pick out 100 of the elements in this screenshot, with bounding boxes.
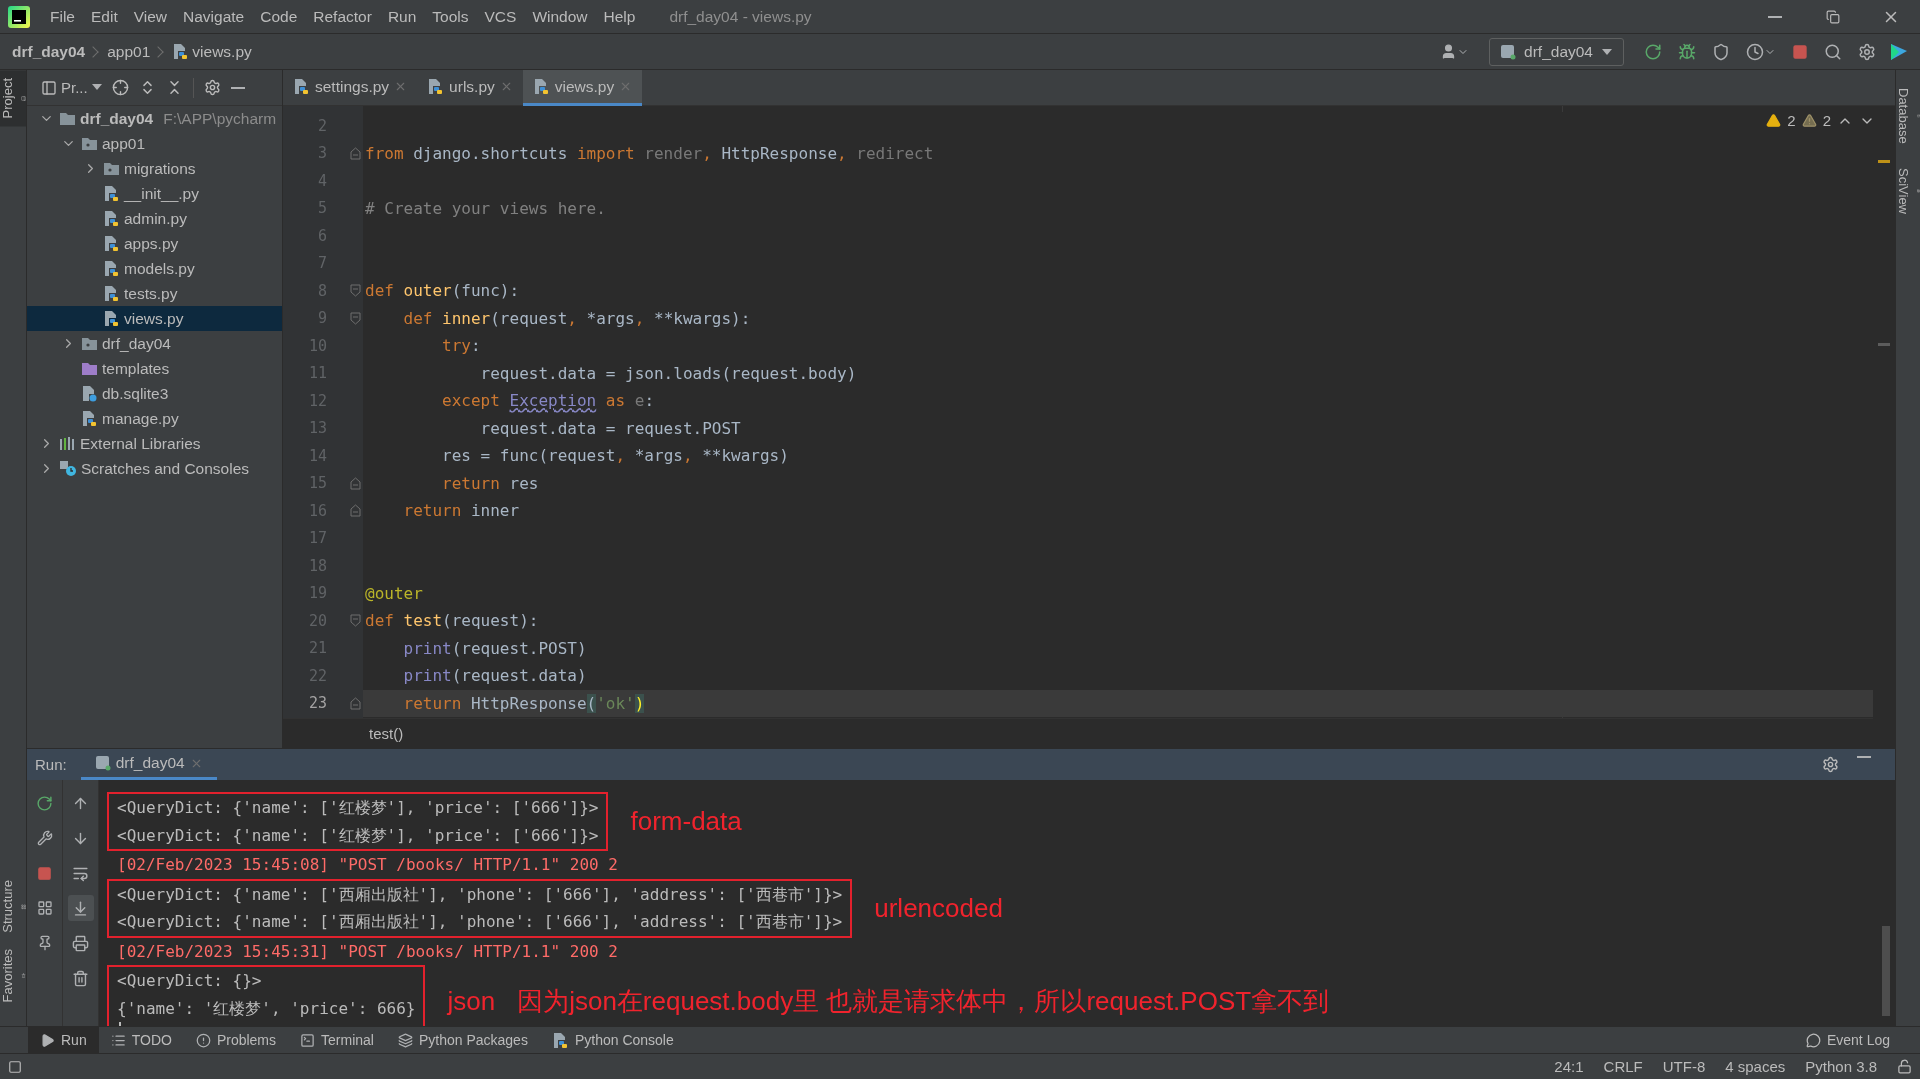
tree-item[interactable]: views.py [27,306,282,331]
hide-icon[interactable] [230,86,245,89]
stop-icon [37,865,52,881]
console-log-line: [02/Feb/2023 15:45:31] "POST /books/ HTTP/1.1" 200 2 [116,940,619,963]
scroll-end-icon [72,899,89,917]
tool-window-button[interactable]: TODO [98,1026,184,1054]
fold-marker-icon[interactable] [350,696,361,710]
tool-window-button[interactable]: Run [28,1026,99,1054]
status-item[interactable]: 24:1 [1554,1058,1584,1075]
warning-marker[interactable] [1878,160,1890,163]
run-configuration-dropdown[interactable]: drf_day04 [1489,37,1624,66]
layout-icon[interactable] [8,1059,22,1074]
breadcrumb[interactable]: app01 [107,42,151,61]
fold-marker-icon[interactable] [350,146,361,160]
tree-item[interactable]: migrations [27,156,282,181]
list-icon [110,1032,126,1048]
locate-icon[interactable] [111,79,129,96]
tree-item[interactable]: models.py [27,256,282,281]
menu-item[interactable]: Window [524,7,596,26]
menu-item[interactable]: Edit [83,7,126,26]
project-path: F:\APP\pycharm [163,109,277,128]
speech-bubble-icon [1805,1032,1821,1048]
python-file-icon [103,285,120,302]
console-line: <QueryDict: {'name': ['红楼梦'], 'price': ['666']}> [117,824,599,847]
tree-item[interactable]: db.sqlite3 [27,381,282,406]
alert-icon [195,1032,211,1048]
play-icon [40,1032,55,1048]
editor-tab[interactable]: settings.py [283,70,418,106]
tree-item[interactable]: templates [27,356,282,381]
tool-window-button[interactable]: Terminal [288,1026,386,1054]
status-item[interactable]: Python 3.8 [1805,1058,1877,1075]
menu-item[interactable]: Help [595,7,644,26]
annotation-text: 因为json在request.body里 也就是请求体中，所以request.POST拿不到 [517,985,1330,1018]
breadcrumb[interactable]: drf_day04 [12,42,86,61]
tree-item[interactable]: apps.py [27,231,282,256]
menu-item[interactable]: Run [379,7,425,26]
annotation-text: urlencoded [874,892,1003,924]
menu-item[interactable]: Code [252,7,306,26]
python-file-icon [103,185,120,202]
wrench-icon [36,830,53,846]
scrollbar-thumb[interactable] [1882,926,1890,1016]
printer-icon [72,934,89,952]
settings-icon[interactable] [203,79,221,96]
tree-item[interactable]: app01 [27,131,282,156]
fold-marker-icon[interactable] [350,284,361,298]
settings-icon[interactable] [1822,756,1839,773]
event-log-button[interactable]: Event Log [1793,1026,1902,1054]
warning-count[interactable]: 2 [1787,112,1796,129]
fold-marker-icon[interactable] [350,311,361,325]
lock-icon[interactable] [1897,1059,1912,1074]
tree-item[interactable]: drf_day04 F:\APP\pycharm [27,106,282,131]
side-tab[interactable]: SciView [1896,159,1920,222]
menu-item[interactable]: Refactor [305,7,380,26]
status-item[interactable]: UTF-8 [1662,1058,1706,1075]
fold-marker-icon[interactable] [350,476,361,490]
project-view-dropdown[interactable]: Pr... [41,79,102,96]
side-tab[interactable]: Database [1896,80,1920,152]
tree-item[interactable]: drf_day04 [27,331,282,356]
layout-icon [36,900,53,916]
shield-icon [1712,42,1730,61]
code-breadcrumb[interactable]: test() [369,725,404,742]
menu-item[interactable]: Navigate [175,7,253,26]
console-log-line: [02/Feb/2023 15:45:08] "POST /books/ HTTP/1.1" 200 2 [116,854,619,876]
library-icon [59,436,76,451]
tree-item[interactable]: manage.py [27,406,282,431]
menu-item[interactable]: Tools [424,7,477,26]
tool-window-button[interactable]: Problems [183,1026,289,1054]
fold-marker-icon[interactable] [350,614,361,628]
weak-warning-count[interactable]: 2 [1822,112,1831,129]
python-file-icon [293,78,310,95]
tree-item[interactable]: __init__.py [27,181,282,206]
settings-icon [1858,42,1876,61]
tree-item[interactable]: Scratches and Consoles [27,456,282,481]
app-logo [8,5,30,28]
menu-item[interactable]: View [125,7,176,26]
status-item[interactable]: 4 spaces [1725,1058,1786,1075]
tree-item[interactable]: External Libraries [27,431,282,456]
menu-item[interactable]: File [42,7,83,26]
fold-marker-icon[interactable] [350,504,361,518]
status-item[interactable]: CRLF [1603,1058,1643,1075]
tree-item[interactable]: tests.py [27,281,282,306]
minimize-icon[interactable] [1768,15,1782,18]
side-tab[interactable]: Favorites [0,940,26,1010]
run-label: Run: [35,756,67,773]
side-tab[interactable]: Structure [0,871,26,941]
editor-tab[interactable]: views.py [522,70,643,106]
breadcrumb[interactable]: views.py [172,42,252,61]
editor-tab[interactable]: urls.py [417,70,523,106]
menu-item[interactable]: VCS [476,7,525,26]
django-icon [1500,43,1517,60]
tool-window-button[interactable]: Python Console [539,1026,686,1054]
scroll-marker [1878,343,1890,346]
panel-icon [41,79,57,96]
side-tab[interactable]: Project [0,70,26,127]
console-line: {'name': '红楼梦', 'price': 666} [117,997,416,1020]
tool-window-button[interactable]: Python Packages [385,1026,540,1054]
tree-item[interactable]: admin.py [27,206,282,231]
scroll-to-end-button[interactable] [67,895,94,921]
rerun-icon [1644,42,1662,61]
weak-warning-icon [1801,113,1817,128]
